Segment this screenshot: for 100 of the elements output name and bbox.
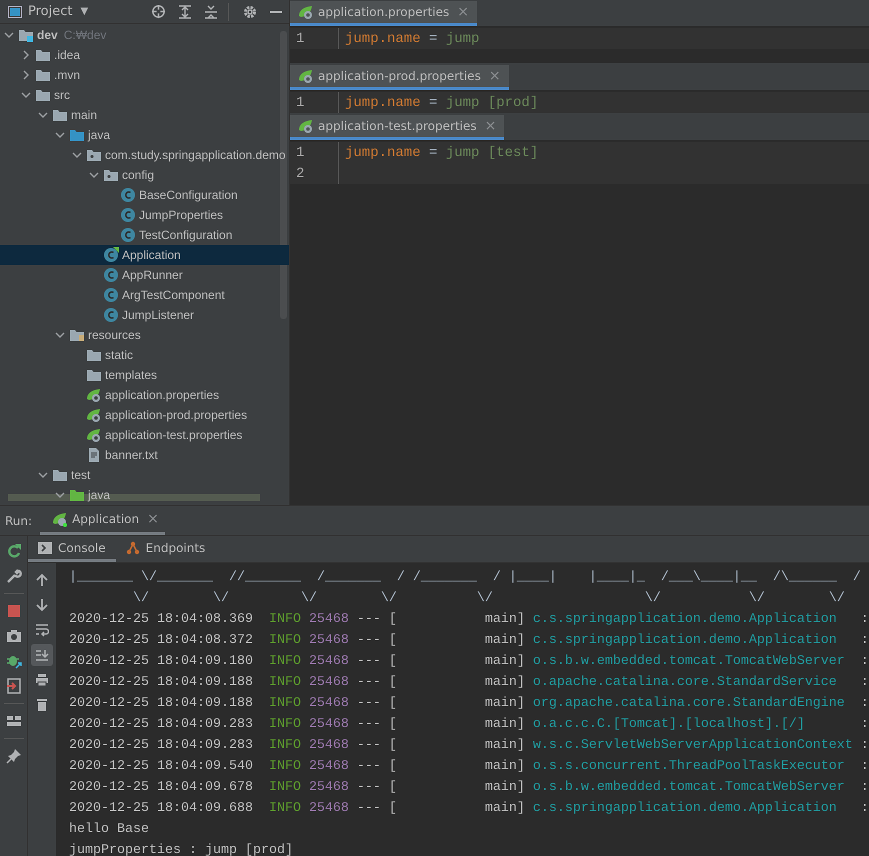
leaf-gear-icon — [86, 407, 102, 423]
camera-icon[interactable] — [6, 628, 22, 644]
exit-icon[interactable] — [6, 678, 22, 694]
close-icon[interactable]: × — [147, 511, 159, 527]
wrench-icon[interactable] — [6, 568, 22, 584]
logger-name: o.s.b.w.embedded.tomcat.TomcatWebServer — [532, 779, 846, 797]
process-id: 25468 — [308, 654, 349, 669]
property-key: jump.name — [345, 144, 421, 160]
tab-title: application.properties — [318, 5, 450, 19]
log-level: INFO — [268, 675, 301, 690]
leaf-gear-icon — [86, 427, 102, 443]
log-level: INFO — [268, 717, 301, 732]
locate-icon[interactable] — [151, 4, 166, 19]
chevron-icon[interactable] — [55, 330, 65, 340]
expand-all-icon[interactable] — [178, 4, 192, 18]
pin-icon[interactable] — [6, 748, 22, 764]
trash-icon — [35, 698, 49, 712]
process-id: 25468 — [308, 696, 349, 711]
log-timestamp: 2020-12-25 18:04:09.188 — [69, 675, 253, 690]
panel-title[interactable]: Project — [28, 4, 72, 19]
console-tab[interactable]: Endpoints — [116, 536, 216, 562]
process-id: 25468 — [308, 738, 349, 753]
layout-icon[interactable] — [6, 713, 22, 729]
line-number: 2 — [290, 163, 339, 184]
logger-name: c.s.springapplication.demo.Application — [532, 632, 838, 650]
run-tab[interactable]: Application × — [40, 506, 165, 535]
tree-item[interactable]: java — [0, 485, 289, 505]
console-line: |_______ \/_______ //_______ /_______ / /_______ / |____| |____|_ /___\____|__ /\______ / — [69, 570, 861, 585]
thread-name: --- [ main] — [356, 654, 525, 669]
tree-item[interactable]: java — [0, 125, 289, 145]
leaf-gear-icon — [86, 387, 102, 403]
class-icon — [120, 227, 136, 243]
settings-icon[interactable] — [243, 4, 257, 18]
tree-item[interactable]: config — [0, 165, 289, 185]
leaf-gear-icon — [298, 118, 314, 134]
tree-item[interactable]: AppRunner — [0, 265, 289, 285]
tree-item[interactable]: Application — [0, 245, 289, 265]
tree-item[interactable]: .mvn — [0, 65, 289, 85]
tree-item[interactable]: JumpProperties — [0, 205, 289, 225]
collapse-all-icon[interactable] — [204, 4, 218, 18]
tree-item[interactable]: TestConfiguration — [0, 225, 289, 245]
tree-item[interactable]: .idea — [0, 45, 289, 65]
editor-tab[interactable]: application-test.properties × — [290, 115, 504, 140]
process-id: 25468 — [308, 717, 349, 732]
tree-item[interactable]: application-test.properties — [0, 425, 289, 445]
tree-item[interactable]: ArgTestComponent — [0, 285, 289, 305]
bug-icon[interactable] — [6, 653, 22, 669]
log-timestamp: 2020-12-25 18:04:09.678 — [69, 780, 253, 795]
tree-item[interactable]: dev C:₩dev — [0, 25, 289, 45]
tree-item[interactable]: main — [0, 105, 289, 125]
panel-icon — [8, 6, 22, 18]
printer-icon — [35, 673, 49, 687]
tree-item[interactable]: application.properties — [0, 385, 289, 405]
folder-icon — [35, 88, 51, 102]
separator: : — [860, 759, 869, 774]
dropdown-caret[interactable]: ▼ — [80, 6, 88, 17]
leaf-gear-icon — [298, 4, 314, 20]
tree-item[interactable]: BaseConfiguration — [0, 185, 289, 205]
tree-item[interactable]: com.study.springapplication.demo — [0, 145, 289, 165]
console-line: hello Base — [69, 822, 149, 837]
log-level: INFO — [268, 696, 301, 711]
tree-item[interactable]: resources — [0, 325, 289, 345]
tree-item[interactable]: templates — [0, 365, 289, 385]
logger-name: c.s.springapplication.demo.Application — [532, 611, 838, 629]
stop-icon[interactable] — [6, 603, 22, 619]
logger-name: o.s.b.w.embedded.tomcat.TomcatWebServer — [532, 653, 846, 671]
wrap-icon — [35, 623, 49, 637]
separator: : — [860, 780, 869, 795]
log-timestamp: 2020-12-25 18:04:09.540 — [69, 759, 253, 774]
tab-title: application-prod.properties — [318, 69, 481, 83]
thread-name: --- [ main] — [356, 633, 525, 648]
log-timestamp: 2020-12-25 18:04:09.180 — [69, 654, 253, 669]
toolbar-button[interactable] — [31, 644, 53, 666]
operator: = — [429, 94, 438, 110]
tree-item[interactable]: JumpListener — [0, 305, 289, 325]
editor-tab[interactable]: application.properties × — [290, 1, 477, 26]
process-id: 25468 — [308, 780, 349, 795]
tree-item[interactable]: src — [0, 85, 289, 105]
tree-item[interactable]: static — [0, 345, 289, 365]
log-level: INFO — [268, 738, 301, 753]
tree-item[interactable]: banner.txt — [0, 445, 289, 465]
endpoints-icon — [126, 540, 140, 554]
text-file-icon — [86, 447, 102, 463]
editor-tab[interactable]: application-prod.properties × — [290, 65, 509, 90]
folder-icon — [18, 28, 34, 42]
tree-item[interactable]: test — [0, 465, 289, 485]
log-level: INFO — [268, 801, 301, 816]
operator: = — [429, 144, 438, 160]
thread-name: --- [ main] — [356, 717, 525, 732]
logger-name: o.s.s.concurrent.ThreadPoolTaskExecutor — [532, 758, 846, 776]
run-label: Run: — [4, 514, 34, 528]
leaf-gear-icon — [298, 68, 314, 84]
log-level: INFO — [268, 654, 301, 669]
process-id: 25468 — [308, 633, 349, 648]
log-timestamp: 2020-12-25 18:04:09.188 — [69, 696, 253, 711]
rerun-icon[interactable] — [6, 543, 22, 559]
separator: : — [860, 696, 869, 711]
log-level: INFO — [268, 780, 301, 795]
tree-item[interactable]: application-prod.properties — [0, 405, 289, 425]
package-icon — [103, 168, 119, 182]
